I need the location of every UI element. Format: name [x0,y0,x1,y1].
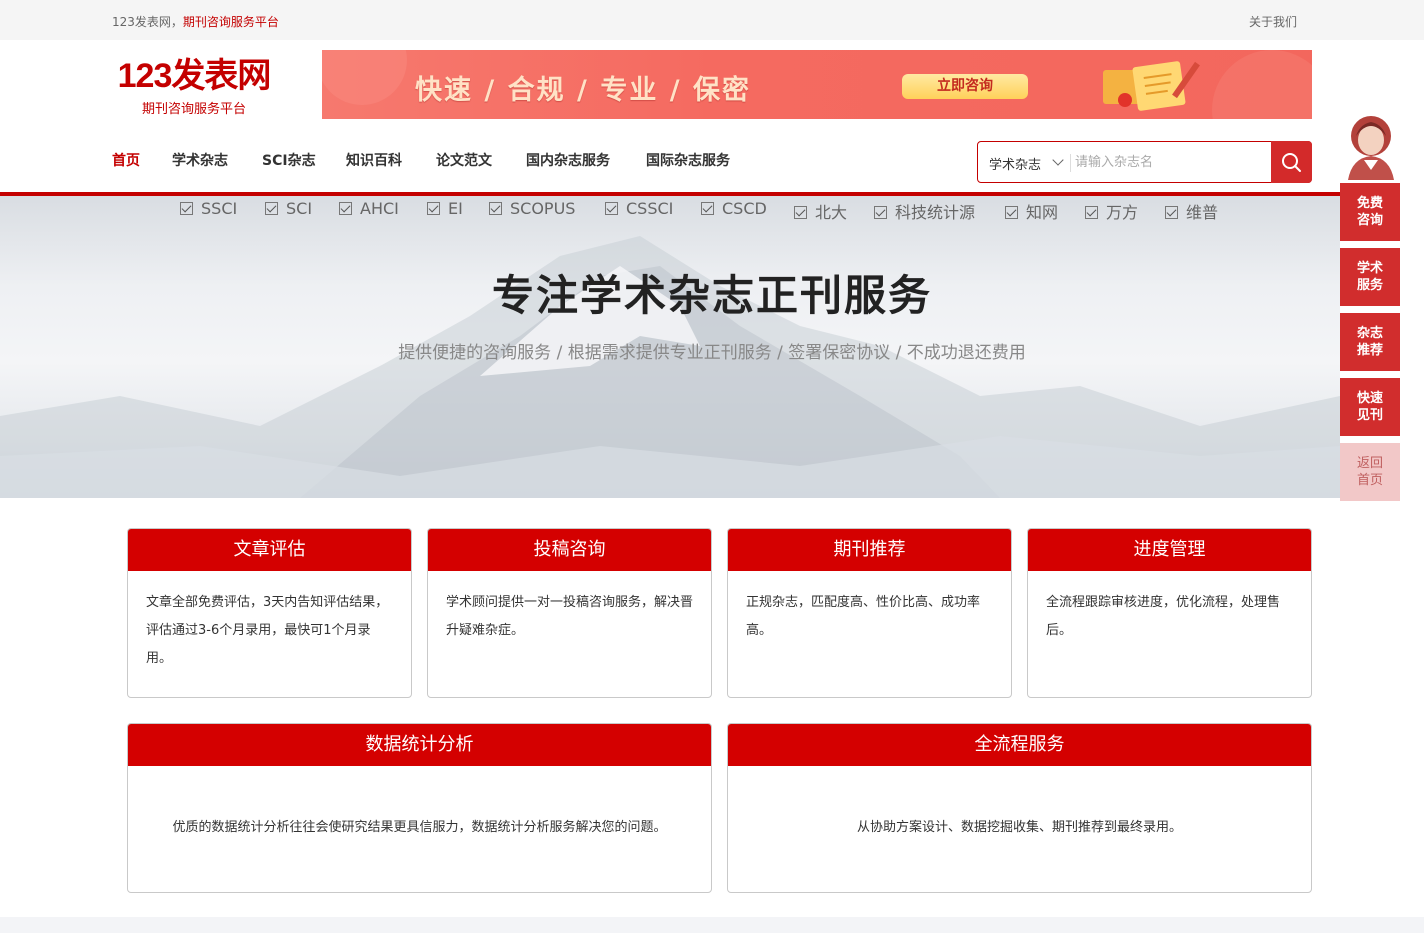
tag-label: SCOPUS [510,199,576,218]
service-card-body: 优质的数据统计分析往往会使研究结果更具信服力，数据统计分析服务解决您的问题。 [172,820,667,835]
side-button-label: 杂志推荐 [1356,326,1383,358]
checkbox-icon [701,202,714,215]
tag-item: 万方 [1085,199,1138,223]
service-card-title: 期刊推荐 [728,529,1011,571]
site-name-text: 123发表网， [112,15,183,29]
nav-home[interactable]: 首页 [112,150,140,170]
tag-item: SSCI [180,199,237,218]
checkbox-icon [874,206,887,219]
top-bar: 123发表网，期刊咨询服务平台 关于我们 [0,0,1424,40]
tag-item: 知网 [1005,199,1058,223]
checkbox-icon [427,202,440,215]
academic-service-button[interactable]: 学术服务 [1340,248,1400,306]
hero-subtitle: 提供便捷的咨询服务 / 根据需求提供专业正刊服务 / 签署保密协议 / 不成功退… [398,343,1026,363]
side-button-label: 免费咨询 [1356,196,1383,228]
service-card[interactable]: 投稿咨询 学术顾问提供一对一投稿咨询服务，解决晋升疑难杂症。 [427,528,712,698]
tag-label: CSSCI [626,199,674,218]
tag-label: 科技统计源 [895,203,976,222]
logo-subtitle: 期刊咨询服务平台 [141,102,246,117]
search-input[interactable] [1075,150,1265,174]
hero-section: 专注学术杂志正刊服务 提供便捷的咨询服务 / 根据需求提供专业正刊服务 / 签署… [0,196,1340,498]
tag-label: CSCD [722,199,767,218]
search-divider [1070,154,1071,172]
tag-label: EI [448,199,463,218]
tag-item: 科技统计源 [874,199,975,223]
checkbox-icon [265,202,278,215]
search-category-select[interactable]: 学术杂志 [989,154,1041,173]
free-consult-button[interactable]: 免费咨询 [1340,183,1400,241]
tag-label: SSCI [201,199,238,218]
fast-publish-button[interactable]: 快速见刊 [1340,378,1400,436]
index-tags: SSCI SCI AHCI EI SCOPUS CSSCI CSCD 北大 科技… [0,199,1424,223]
nav-domestic-service[interactable]: 国内杂志服务 [526,150,610,170]
tag-item: CSCD [701,199,767,218]
checkbox-icon [605,202,618,215]
checkbox-icon [180,202,193,215]
about-us-link[interactable]: 关于我们 [1249,13,1297,30]
chevron-down-icon[interactable] [1052,154,1064,166]
back-home-button[interactable]: 返回首页 [1340,443,1400,501]
tag-item: SCOPUS [489,199,575,218]
search-button[interactable] [1271,141,1312,183]
service-card[interactable]: 进度管理 全流程跟踪审核进度，优化流程，处理售后。 [1027,528,1312,698]
journal-recommend-button[interactable]: 杂志推荐 [1340,313,1400,371]
checkbox-icon [1005,206,1018,219]
header-banner[interactable]: 快速 / 合规 / 专业 / 保密 立即咨询 [322,50,1312,119]
search-bar: 学术杂志 [977,141,1312,183]
checkbox-icon [794,206,807,219]
tag-item: SCI [265,199,312,218]
footer-strip [0,917,1424,933]
service-card-title: 数据统计分析 [128,724,711,766]
service-card-title: 投稿咨询 [428,529,711,571]
search-icon [1282,153,1301,172]
service-card-body: 从协助方案设计、数据挖掘收集、期刊推荐到最终录用。 [856,820,1182,835]
tag-label: 北大 [815,203,848,222]
service-card-body: 文章全部免费评估，3天内告知评估结果，评估通过3-6个月录用，最快可1个月录用。 [146,595,389,666]
tag-item: 北大 [794,199,847,223]
tag-label: 维普 [1186,203,1219,222]
banner-slogan: 快速 / 合规 / 专业 / 保密 [415,75,751,106]
service-card[interactable]: 期刊推荐 正规杂志，匹配度高、性价比高、成功率高。 [727,528,1012,698]
nav-sci-journals[interactable]: SCI杂志 [262,150,316,170]
tag-item: AHCI [339,199,399,218]
nav-knowledge[interactable]: 知识百科 [346,150,402,170]
nav-international-service[interactable]: 国际杂志服务 [646,150,730,170]
tag-item: 维普 [1165,199,1218,223]
service-card-body: 全流程跟踪审核进度，优化流程，处理售后。 [1046,595,1281,638]
service-card-title: 全流程服务 [728,724,1311,766]
tag-label: 知网 [1026,203,1059,222]
checkbox-icon [1165,206,1178,219]
wide-service-card[interactable]: 全流程服务 从协助方案设计、数据挖掘收集、期刊推荐到最终录用。 [727,723,1312,893]
tag-item: CSSCI [605,199,673,218]
checkbox-icon [339,202,352,215]
customer-service-avatar-icon[interactable] [1342,110,1400,180]
service-card[interactable]: 文章评估 文章全部免费评估，3天内告知评估结果，评估通过3-6个月录用，最快可1… [127,528,412,698]
service-card-body: 正规杂志，匹配度高、性价比高、成功率高。 [746,595,981,638]
hero-title: 专注学术杂志正刊服务 [491,271,932,320]
document-pen-icon [1103,61,1200,111]
wide-service-card[interactable]: 数据统计分析 优质的数据统计分析往往会使研究结果更具信服力，数据统计分析服务解决… [127,723,712,893]
checkbox-icon [489,202,502,215]
tag-label: SCI [286,199,313,218]
site-slogan-link[interactable]: 期刊咨询服务平台 [183,15,279,29]
consult-now-button[interactable]: 立即咨询 [902,74,1028,99]
logo-title: 123发表网 [117,57,272,95]
service-card-title: 文章评估 [128,529,411,571]
side-button-label: 返回首页 [1356,456,1383,488]
tag-label: AHCI [360,199,399,218]
nav-paper-samples[interactable]: 论文范文 [436,150,492,170]
top-bar-site: 123发表网，期刊咨询服务平台 [112,13,279,30]
side-button-label: 学术服务 [1356,261,1383,293]
service-card-body: 学术顾问提供一对一投稿咨询服务，解决晋升疑难杂症。 [446,595,694,638]
side-button-label: 快速见刊 [1356,391,1383,423]
nav-academic-journals[interactable]: 学术杂志 [172,150,228,170]
tag-label: 万方 [1106,203,1139,222]
tag-item: EI [427,199,463,218]
site-logo[interactable]: 123发表网 期刊咨询服务平台 [114,56,274,117]
service-card-title: 进度管理 [1028,529,1311,571]
checkbox-icon [1085,206,1098,219]
